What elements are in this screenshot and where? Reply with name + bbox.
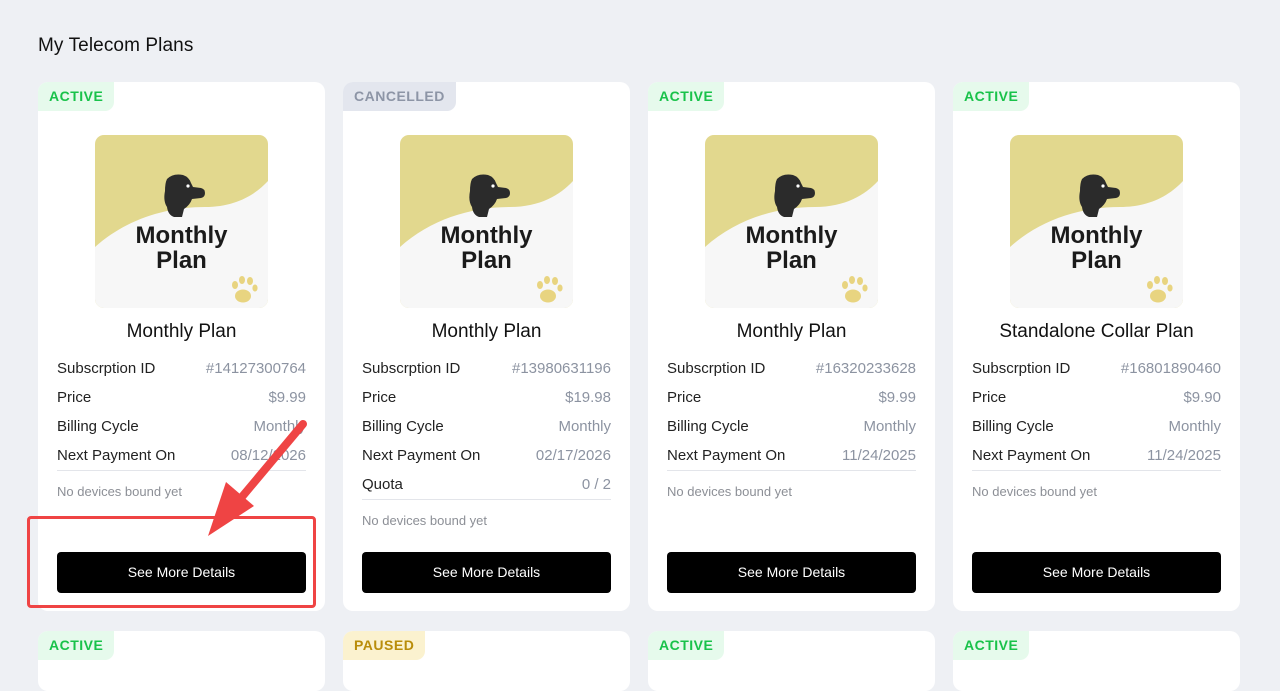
- annotation-arrow-icon: [208, 420, 307, 536]
